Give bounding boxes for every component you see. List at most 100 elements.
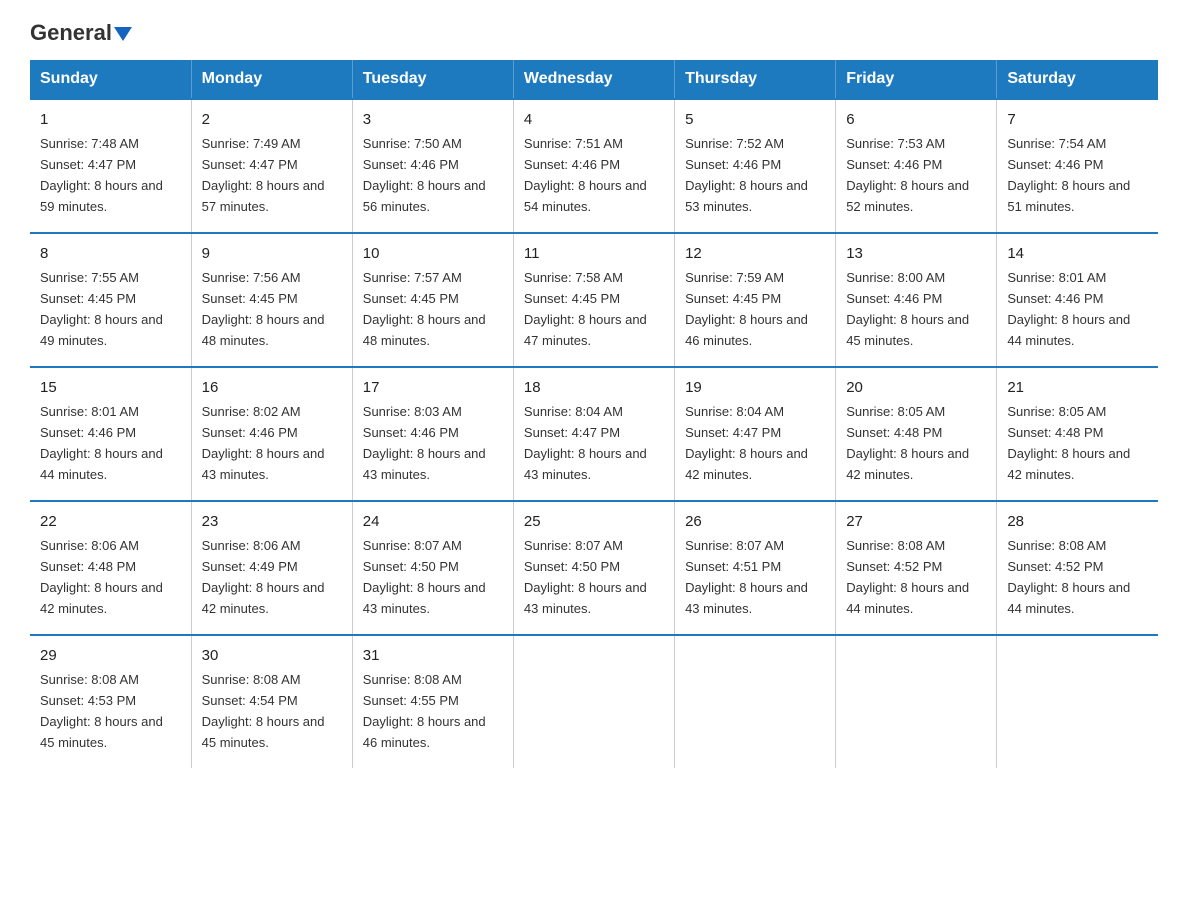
calendar-week-row: 29 Sunrise: 8:08 AMSunset: 4:53 PMDaylig…	[30, 635, 1158, 768]
day-number: 31	[363, 644, 503, 667]
calendar-cell	[513, 635, 674, 768]
weekday-header-row: SundayMondayTuesdayWednesdayThursdayFrid…	[30, 60, 1158, 99]
calendar-cell: 7 Sunrise: 7:54 AMSunset: 4:46 PMDayligh…	[997, 99, 1158, 233]
day-info: Sunrise: 7:49 AMSunset: 4:47 PMDaylight:…	[202, 136, 325, 214]
calendar-cell: 20 Sunrise: 8:05 AMSunset: 4:48 PMDaylig…	[836, 367, 997, 501]
day-info: Sunrise: 8:07 AMSunset: 4:51 PMDaylight:…	[685, 538, 808, 616]
day-info: Sunrise: 7:58 AMSunset: 4:45 PMDaylight:…	[524, 270, 647, 348]
day-info: Sunrise: 7:54 AMSunset: 4:46 PMDaylight:…	[1007, 136, 1130, 214]
day-info: Sunrise: 8:04 AMSunset: 4:47 PMDaylight:…	[524, 404, 647, 482]
day-number: 4	[524, 108, 664, 131]
calendar-table: SundayMondayTuesdayWednesdayThursdayFrid…	[30, 60, 1158, 768]
calendar-cell	[836, 635, 997, 768]
day-number: 27	[846, 510, 986, 533]
calendar-cell: 12 Sunrise: 7:59 AMSunset: 4:45 PMDaylig…	[675, 233, 836, 367]
day-number: 7	[1007, 108, 1148, 131]
day-info: Sunrise: 8:01 AMSunset: 4:46 PMDaylight:…	[1007, 270, 1130, 348]
calendar-cell: 31 Sunrise: 8:08 AMSunset: 4:55 PMDaylig…	[352, 635, 513, 768]
day-number: 26	[685, 510, 825, 533]
day-number: 29	[40, 644, 181, 667]
calendar-cell: 26 Sunrise: 8:07 AMSunset: 4:51 PMDaylig…	[675, 501, 836, 635]
calendar-cell: 24 Sunrise: 8:07 AMSunset: 4:50 PMDaylig…	[352, 501, 513, 635]
day-number: 13	[846, 242, 986, 265]
calendar-cell: 25 Sunrise: 8:07 AMSunset: 4:50 PMDaylig…	[513, 501, 674, 635]
day-number: 5	[685, 108, 825, 131]
logo-text: General	[30, 20, 132, 46]
day-info: Sunrise: 8:05 AMSunset: 4:48 PMDaylight:…	[1007, 404, 1130, 482]
calendar-cell: 8 Sunrise: 7:55 AMSunset: 4:45 PMDayligh…	[30, 233, 191, 367]
day-number: 6	[846, 108, 986, 131]
calendar-cell: 15 Sunrise: 8:01 AMSunset: 4:46 PMDaylig…	[30, 367, 191, 501]
calendar-cell: 23 Sunrise: 8:06 AMSunset: 4:49 PMDaylig…	[191, 501, 352, 635]
day-number: 1	[40, 108, 181, 131]
weekday-header-monday: Monday	[191, 60, 352, 99]
weekday-header-thursday: Thursday	[675, 60, 836, 99]
day-info: Sunrise: 8:05 AMSunset: 4:48 PMDaylight:…	[846, 404, 969, 482]
day-number: 25	[524, 510, 664, 533]
day-info: Sunrise: 7:53 AMSunset: 4:46 PMDaylight:…	[846, 136, 969, 214]
calendar-cell: 13 Sunrise: 8:00 AMSunset: 4:46 PMDaylig…	[836, 233, 997, 367]
day-number: 30	[202, 644, 342, 667]
calendar-cell: 29 Sunrise: 8:08 AMSunset: 4:53 PMDaylig…	[30, 635, 191, 768]
day-number: 17	[363, 376, 503, 399]
calendar-cell: 17 Sunrise: 8:03 AMSunset: 4:46 PMDaylig…	[352, 367, 513, 501]
calendar-cell: 1 Sunrise: 7:48 AMSunset: 4:47 PMDayligh…	[30, 99, 191, 233]
calendar-cell	[675, 635, 836, 768]
day-number: 11	[524, 242, 664, 265]
day-info: Sunrise: 8:08 AMSunset: 4:52 PMDaylight:…	[846, 538, 969, 616]
day-number: 21	[1007, 376, 1148, 399]
calendar-week-row: 1 Sunrise: 7:48 AMSunset: 4:47 PMDayligh…	[30, 99, 1158, 233]
page-header: General	[30, 20, 1158, 44]
day-number: 23	[202, 510, 342, 533]
calendar-cell: 30 Sunrise: 8:08 AMSunset: 4:54 PMDaylig…	[191, 635, 352, 768]
calendar-cell: 6 Sunrise: 7:53 AMSunset: 4:46 PMDayligh…	[836, 99, 997, 233]
calendar-week-row: 22 Sunrise: 8:06 AMSunset: 4:48 PMDaylig…	[30, 501, 1158, 635]
calendar-cell: 2 Sunrise: 7:49 AMSunset: 4:47 PMDayligh…	[191, 99, 352, 233]
weekday-header-wednesday: Wednesday	[513, 60, 674, 99]
day-info: Sunrise: 7:52 AMSunset: 4:46 PMDaylight:…	[685, 136, 808, 214]
weekday-header-sunday: Sunday	[30, 60, 191, 99]
logo-triangle-icon	[114, 27, 132, 41]
calendar-cell: 14 Sunrise: 8:01 AMSunset: 4:46 PMDaylig…	[997, 233, 1158, 367]
day-info: Sunrise: 7:50 AMSunset: 4:46 PMDaylight:…	[363, 136, 486, 214]
day-info: Sunrise: 8:08 AMSunset: 4:53 PMDaylight:…	[40, 672, 163, 750]
day-info: Sunrise: 7:59 AMSunset: 4:45 PMDaylight:…	[685, 270, 808, 348]
day-number: 28	[1007, 510, 1148, 533]
day-info: Sunrise: 8:08 AMSunset: 4:55 PMDaylight:…	[363, 672, 486, 750]
calendar-cell: 4 Sunrise: 7:51 AMSunset: 4:46 PMDayligh…	[513, 99, 674, 233]
day-info: Sunrise: 8:08 AMSunset: 4:54 PMDaylight:…	[202, 672, 325, 750]
day-number: 16	[202, 376, 342, 399]
day-info: Sunrise: 8:08 AMSunset: 4:52 PMDaylight:…	[1007, 538, 1130, 616]
day-number: 22	[40, 510, 181, 533]
calendar-cell: 5 Sunrise: 7:52 AMSunset: 4:46 PMDayligh…	[675, 99, 836, 233]
weekday-header-tuesday: Tuesday	[352, 60, 513, 99]
day-info: Sunrise: 7:51 AMSunset: 4:46 PMDaylight:…	[524, 136, 647, 214]
day-number: 2	[202, 108, 342, 131]
day-info: Sunrise: 7:57 AMSunset: 4:45 PMDaylight:…	[363, 270, 486, 348]
day-number: 10	[363, 242, 503, 265]
calendar-cell: 22 Sunrise: 8:06 AMSunset: 4:48 PMDaylig…	[30, 501, 191, 635]
day-info: Sunrise: 8:03 AMSunset: 4:46 PMDaylight:…	[363, 404, 486, 482]
day-number: 24	[363, 510, 503, 533]
day-number: 8	[40, 242, 181, 265]
weekday-header-saturday: Saturday	[997, 60, 1158, 99]
day-info: Sunrise: 8:04 AMSunset: 4:47 PMDaylight:…	[685, 404, 808, 482]
day-number: 14	[1007, 242, 1148, 265]
day-info: Sunrise: 7:55 AMSunset: 4:45 PMDaylight:…	[40, 270, 163, 348]
day-info: Sunrise: 8:07 AMSunset: 4:50 PMDaylight:…	[363, 538, 486, 616]
logo: General	[30, 20, 132, 44]
day-number: 3	[363, 108, 503, 131]
day-info: Sunrise: 8:07 AMSunset: 4:50 PMDaylight:…	[524, 538, 647, 616]
calendar-cell: 16 Sunrise: 8:02 AMSunset: 4:46 PMDaylig…	[191, 367, 352, 501]
day-number: 12	[685, 242, 825, 265]
day-info: Sunrise: 8:01 AMSunset: 4:46 PMDaylight:…	[40, 404, 163, 482]
calendar-cell: 10 Sunrise: 7:57 AMSunset: 4:45 PMDaylig…	[352, 233, 513, 367]
calendar-cell: 9 Sunrise: 7:56 AMSunset: 4:45 PMDayligh…	[191, 233, 352, 367]
day-number: 20	[846, 376, 986, 399]
day-number: 15	[40, 376, 181, 399]
day-info: Sunrise: 7:56 AMSunset: 4:45 PMDaylight:…	[202, 270, 325, 348]
calendar-week-row: 8 Sunrise: 7:55 AMSunset: 4:45 PMDayligh…	[30, 233, 1158, 367]
day-number: 9	[202, 242, 342, 265]
calendar-cell: 3 Sunrise: 7:50 AMSunset: 4:46 PMDayligh…	[352, 99, 513, 233]
day-info: Sunrise: 8:06 AMSunset: 4:48 PMDaylight:…	[40, 538, 163, 616]
